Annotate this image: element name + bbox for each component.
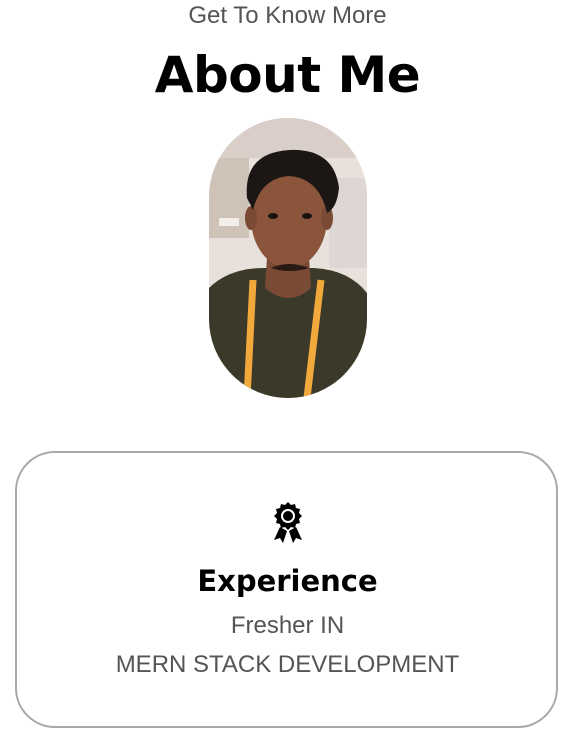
profile-photo bbox=[209, 118, 367, 398]
experience-title: Experience bbox=[197, 564, 378, 598]
experience-field: MERN STACK DEVELOPMENT bbox=[115, 651, 460, 678]
about-section: Get To Know More About Me Experience Fre… bbox=[0, 0, 575, 745]
experience-level: Fresher IN bbox=[230, 612, 345, 639]
section-subtitle: Get To Know More bbox=[188, 2, 387, 29]
section-title: About Me bbox=[154, 46, 421, 104]
award-icon bbox=[274, 502, 302, 543]
profile-photo-illustration bbox=[209, 118, 367, 398]
